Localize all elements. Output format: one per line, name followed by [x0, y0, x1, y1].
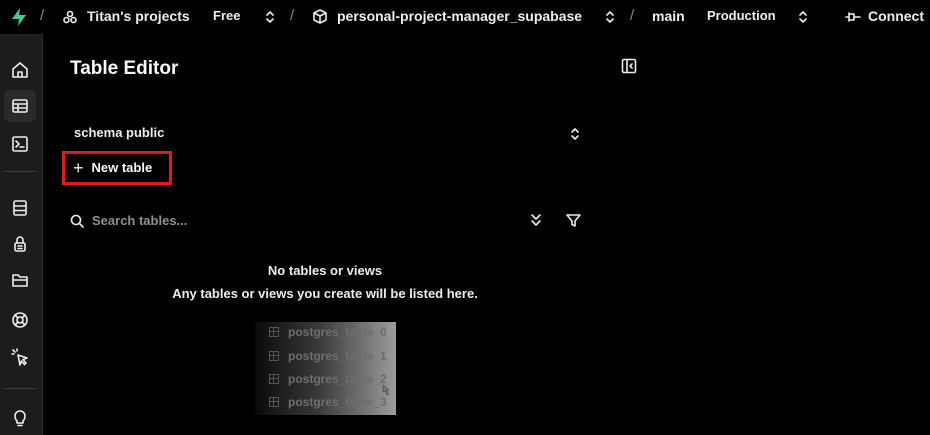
sidebar-rail — [0, 34, 43, 435]
collapse-panel-icon[interactable] — [621, 58, 637, 74]
top-bar: / Titan's projects Free / personal-proje… — [0, 0, 930, 34]
search-bar — [60, 206, 590, 234]
lightbulb-icon — [14, 410, 26, 427]
filter-icon[interactable] — [566, 213, 581, 228]
table-icon — [269, 374, 279, 384]
rail-item-sql-editor[interactable] — [4, 128, 36, 160]
table-icon — [269, 397, 279, 407]
rail-item-pointer[interactable] — [4, 341, 36, 373]
new-table-content: + New table — [73, 157, 153, 178]
plus-icon: + — [73, 157, 84, 178]
pointer-icon — [11, 348, 28, 366]
chevron-up-down-icon — [571, 128, 579, 140]
project-switcher-chevron-icon[interactable] — [604, 9, 616, 25]
search-tables-input[interactable] — [92, 211, 512, 229]
tables-preview-illustration: postgres_table_0 postgres_table_1 postgr… — [255, 322, 396, 415]
realtime-icon — [12, 312, 28, 328]
empty-state-subtitle: Any tables or views you create will be l… — [172, 286, 478, 301]
breadcrumb-separator: / — [40, 7, 45, 24]
rail-item-table-editor[interactable] — [4, 90, 36, 122]
branch-switcher-chevron-icon[interactable] — [797, 9, 809, 25]
search-icon — [70, 214, 84, 228]
rail-divider — [4, 388, 36, 389]
rail-item-database[interactable] — [4, 192, 36, 224]
preview-table-name: postgres_table_0 — [288, 325, 387, 339]
new-table-button[interactable]: + New table — [62, 151, 172, 185]
rail-item-advisor[interactable] — [4, 402, 36, 434]
org-name[interactable]: Titan's projects — [87, 8, 190, 24]
schema-selector[interactable]: schema public — [60, 120, 590, 146]
empty-state-title: No tables or views — [267, 263, 383, 278]
breadcrumb-separator: / — [290, 7, 295, 24]
table-icon — [269, 351, 279, 361]
preview-table-row: postgres_table_1 — [269, 347, 387, 365]
project-box-icon — [313, 9, 327, 24]
home-icon — [12, 62, 28, 78]
sql-editor-icon — [12, 136, 28, 152]
rail-item-realtime[interactable] — [4, 304, 36, 336]
plug-icon[interactable] — [845, 11, 861, 23]
organization-icon — [63, 10, 77, 24]
schema-label: schema public — [74, 125, 165, 140]
environment-badge: Production — [707, 8, 776, 23]
auth-icon — [14, 236, 26, 252]
plan-badge: Free — [213, 8, 241, 23]
preview-table-row: postgres_table_0 — [269, 323, 387, 341]
hand-cursor-icon — [382, 384, 390, 396]
connect-button[interactable]: Connect — [868, 8, 924, 24]
table-icon — [269, 327, 279, 337]
preview-table-name: postgres_table_3 — [288, 395, 387, 409]
project-name[interactable]: personal-project-manager_supabase — [337, 8, 582, 24]
table-editor-icon — [12, 99, 28, 113]
chevrons-down-icon[interactable] — [529, 212, 543, 228]
preview-table-row: postgres_table_2 — [269, 370, 387, 388]
rail-item-home[interactable] — [4, 54, 36, 86]
page-title: Table Editor — [70, 58, 179, 79]
supabase-logo-icon[interactable] — [9, 7, 29, 27]
breadcrumb-separator: / — [630, 7, 635, 24]
preview-table-name: postgres_table_2 — [288, 372, 387, 386]
rail-divider — [4, 171, 36, 172]
new-table-label: New table — [91, 160, 153, 175]
rail-item-auth[interactable] — [4, 228, 36, 260]
org-switcher-chevron-icon[interactable] — [264, 9, 276, 25]
preview-table-row: postgres_table_3 — [269, 393, 387, 411]
preview-table-name: postgres_table_1 — [288, 349, 387, 363]
database-icon — [13, 200, 27, 216]
branch-name[interactable]: main — [652, 8, 685, 24]
